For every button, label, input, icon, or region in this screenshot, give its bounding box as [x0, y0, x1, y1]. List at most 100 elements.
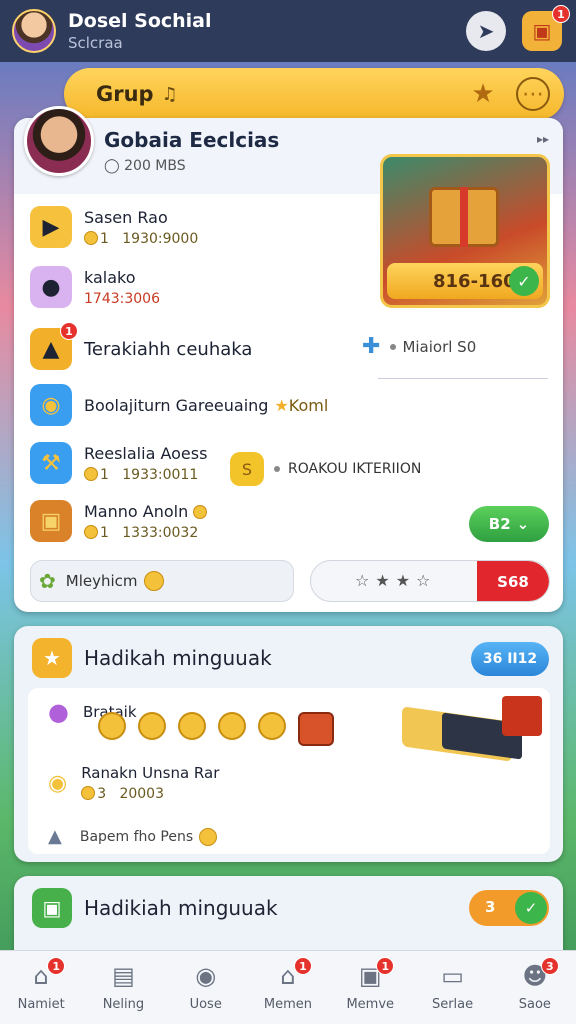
calculator-icon [402, 696, 542, 762]
list-item[interactable]: ▣ Manno Anoln 1 1333:0032 [30, 500, 209, 542]
row-title: Terakiahh ceuhaka [84, 338, 253, 360]
list-item[interactable]: ▲ 1 Terakiahh ceuhaka [30, 322, 253, 370]
item-value: 3 20003 [81, 786, 219, 802]
list-item[interactable]: ▶ Sasen Rao 1 1930:9000 [30, 206, 198, 248]
coin-icon: ◯ [104, 158, 120, 174]
dropdown-button[interactable]: B2 ⌄ [469, 506, 549, 542]
row-title: kalako [84, 267, 136, 287]
star-icon: ★ [274, 395, 289, 415]
hammer-icon: ⚒ [30, 442, 72, 484]
row-value: 1 1333:0032 [84, 524, 209, 541]
puzzle-icon: ✚ [362, 334, 381, 359]
gift-icon [298, 712, 334, 746]
coin-plus-icon: ◉ [30, 384, 72, 426]
row-title: Boolajiturn Gareeuaing [84, 395, 269, 415]
claim-button[interactable]: 3 ✓ [469, 890, 549, 926]
rating-stars-icon: ☆★★☆ [355, 571, 437, 590]
reward-box[interactable]: 816-160 ✓ [380, 154, 550, 308]
coin-icon [138, 712, 166, 740]
mid-note-text: ROAKOU IKTERIION [288, 461, 422, 477]
trophy-icon: ▲ 1 [30, 322, 78, 370]
nav-item-serlae[interactable]: ▭ Serlae [417, 961, 489, 1012]
search-input[interactable]: ✿ Mleyhicm [30, 560, 294, 602]
check-icon[interactable]: ✓ [509, 266, 539, 296]
coin-tile-icon: S [230, 452, 264, 486]
profile-card: Gobaia Eeclcias ◯ 200 MBS ▸▸ 816-160 ✓ ▶… [14, 106, 563, 612]
dropdown-value: B2 [488, 515, 511, 533]
nav-badge: 1 [47, 957, 66, 975]
search-label: Mleyhicm [65, 572, 138, 590]
coins-icon: ◉ [48, 770, 68, 796]
list-item[interactable]: ◉ Boolajiturn Gareeuaing ★ Koml [30, 384, 328, 426]
claim-count: 3 [485, 898, 496, 916]
leaf-icon: ✿ [39, 569, 56, 593]
nav-label: Namiet [17, 997, 65, 1012]
list-item[interactable]: ⚒ Reeslalia Aoess 1 1933:0011 [30, 442, 207, 484]
grup-label: Grup [96, 82, 154, 106]
rocket-icon: ● [30, 266, 72, 308]
bell-icon: ♫ [161, 83, 178, 105]
nav-label: Memen [263, 997, 313, 1012]
toggle-value: S68 [477, 561, 549, 601]
nav-badge: 1 [376, 957, 395, 975]
row-title: Sasen Rao [84, 207, 168, 227]
list-item[interactable]: ▲ Bapem fho Pens [48, 826, 219, 847]
stack-icon: ▤ [112, 962, 135, 990]
profile-avatar[interactable] [24, 106, 94, 176]
more-icon[interactable]: ▸▸ [537, 132, 549, 146]
badge-icon: ★ [32, 638, 72, 678]
top-bar: Dosel Sochial Sclcraa ➤ ▣ 1 [0, 0, 576, 62]
profile-name: Gobaia Eeclcias [104, 128, 280, 152]
avatar[interactable] [12, 9, 56, 53]
reward-strip: 816-160 ✓ [387, 263, 543, 299]
nav-item-memve[interactable]: ▣ 1 Memve [334, 957, 406, 1012]
bottom-controls: ✿ Mleyhicm ☆★★☆ S68 [30, 560, 550, 602]
coin-icon [258, 712, 286, 740]
timer-button[interactable]: 36 II12 [471, 642, 549, 676]
nav-badge: 1 [293, 957, 312, 975]
section-title: Hadikah minguuak [84, 646, 272, 670]
item-title: Bapem fho Pens [79, 828, 194, 845]
bottom-nav: ⌂ 1 Namiet ▤ Neling ◉ Uose ⌂ 1 Memen ▣ 1… [0, 950, 576, 1024]
row-value: 1 1933:0011 [84, 466, 207, 483]
right-note: ✚ Miaiorl S0 [362, 334, 476, 359]
row-title: Reeslalia Aoess [84, 443, 208, 463]
nav-label: Uose [189, 997, 222, 1012]
list-item[interactable]: ● kalako 1743:3006 [30, 266, 160, 308]
page-icon: ▭ [441, 962, 464, 990]
emoji-icon[interactable]: ⋯ [516, 77, 550, 111]
rocket-icon: ● [48, 698, 69, 726]
nav-item-saoe[interactable]: ☻ 3 Saoe [499, 957, 571, 1012]
profile-sub: ◯ 200 MBS [104, 158, 186, 174]
item-title: Ranakn Unsna Rar [81, 764, 220, 782]
rating-toggle[interactable]: ☆★★☆ S68 [310, 560, 550, 602]
grup-header[interactable]: Grup ♫ ★ ⋯ [64, 68, 564, 120]
check-icon: ✓ [515, 892, 547, 924]
treasure-chest-icon [429, 187, 499, 247]
list-item[interactable]: ◉ Ranakn Unsna Rar 3 20003 [48, 764, 219, 802]
nav-label: Saoe [518, 997, 551, 1012]
coin-icon [98, 712, 126, 740]
nav-item-neling[interactable]: ▤ Neling [87, 961, 159, 1012]
mid-note: S ROAKOU IKTERIION [230, 452, 421, 486]
row-value: 1743:3006 [84, 290, 160, 307]
right-note-text: Miaiorl S0 [402, 337, 477, 356]
nav-label: Neling [102, 997, 145, 1012]
nav-item-uose[interactable]: ◉ Uose [170, 961, 242, 1012]
coin-icon [218, 712, 246, 740]
gift-badge: 1 [552, 5, 570, 23]
row-badge: 1 [60, 322, 78, 340]
star-icon[interactable]: ★ [466, 77, 500, 111]
reward-amount: 816-160 [433, 270, 516, 292]
divider [378, 378, 548, 379]
chevron-down-icon: ⌄ [516, 515, 530, 533]
gift-icon: ▣ [532, 19, 552, 43]
gift-button[interactable]: ▣ 1 [522, 5, 570, 51]
profile-sub-value: 200 MBS [124, 158, 186, 174]
nav-item-namiet[interactable]: ⌂ 1 Namiet [5, 957, 77, 1012]
grup-actions: ★ ⋯ [466, 77, 550, 111]
row-title: Manno Anoln [84, 502, 209, 521]
share-button[interactable]: ➤ [466, 11, 506, 51]
chest-icon: ▣ [30, 500, 72, 542]
nav-item-memen[interactable]: ⌂ 1 Memen [252, 957, 324, 1012]
